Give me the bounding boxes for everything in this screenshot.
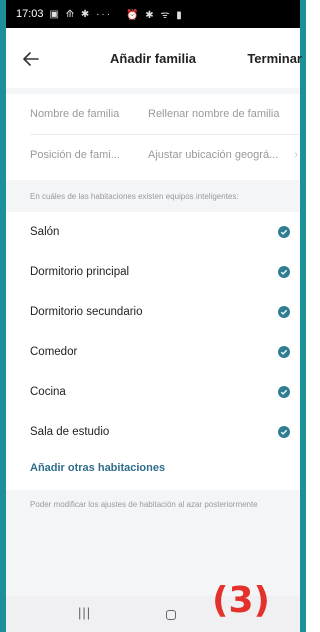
room-label: Sala de estudio	[30, 426, 110, 438]
check-circle-icon[interactable]	[278, 306, 290, 318]
family-name-field[interactable]: Nombre de familia Rellenar nombre de fam…	[6, 94, 300, 134]
status-bar: 17:03 ▣ ⟰ ✱ ··· ⏰ ✱ ᯤ ▮	[6, 0, 300, 28]
room-row-cocina[interactable]: Cocina	[6, 372, 300, 412]
family-name-input[interactable]: Rellenar nombre de familia	[148, 108, 279, 120]
room-label: Dormitorio secundario	[30, 306, 143, 318]
status-right-icons: ⏰ ✱ ᯤ ▮	[126, 10, 184, 21]
family-name-label: Nombre de familia	[30, 108, 120, 120]
check-circle-icon[interactable]	[278, 266, 290, 278]
check-circle-icon[interactable]	[278, 426, 290, 438]
recent-apps-button[interactable]: |||	[78, 605, 91, 620]
room-row-sala-de-estudio[interactable]: Sala de estudio	[6, 412, 300, 452]
add-rooms-link[interactable]: Añadir otras habitaciones	[6, 448, 300, 488]
add-rooms-label[interactable]: Añadir otras habitaciones	[30, 462, 165, 474]
rooms-section-heading: En cuáles de las habitaciones existen eq…	[30, 191, 239, 201]
room-label: Comedor	[30, 346, 78, 358]
done-button[interactable]: Terminar	[247, 51, 302, 66]
room-label: Cocina	[30, 386, 66, 398]
family-location-label: Posición de fami...	[30, 149, 120, 161]
check-circle-icon[interactable]	[278, 346, 290, 358]
room-row-dormitorio-secundario[interactable]: Dormitorio secundario	[6, 292, 300, 332]
room-label: Dormitorio principal	[30, 266, 130, 278]
room-label: Salón	[30, 226, 60, 238]
status-left-icons: ▣ ⟰ ✱ ···	[49, 8, 113, 20]
annotation-badge: (3)	[212, 580, 270, 621]
header-bar: Añadir familia Terminar	[6, 28, 302, 88]
chevron-right-icon: ›	[294, 149, 298, 161]
check-circle-icon[interactable]	[278, 226, 290, 238]
status-time: 17:03	[16, 8, 44, 20]
family-location-field[interactable]: Posición de fami... Ajustar ubicación ge…	[6, 135, 300, 175]
home-button[interactable]	[166, 610, 176, 620]
room-row-comedor[interactable]: Comedor	[6, 332, 300, 372]
room-row-salon[interactable]: Salón	[6, 212, 300, 252]
room-row-dormitorio-principal[interactable]: Dormitorio principal	[6, 252, 300, 292]
rooms-section-header: En cuáles de las habitaciones existen eq…	[6, 180, 300, 212]
footnote-text: Poder modificar los ajustes de habitació…	[30, 500, 258, 509]
family-location-value[interactable]: Ajustar ubicación geográ...	[148, 149, 278, 161]
check-circle-icon[interactable]	[278, 386, 290, 398]
